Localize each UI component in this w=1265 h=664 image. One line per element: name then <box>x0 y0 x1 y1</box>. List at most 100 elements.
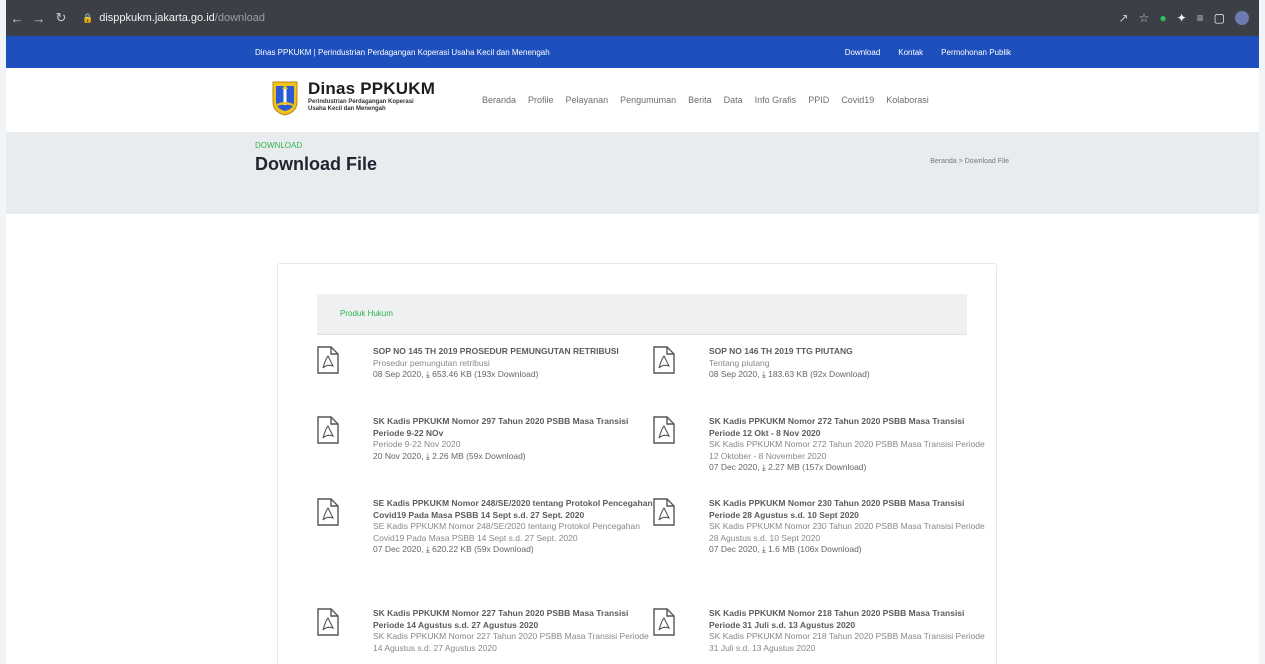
file-date: 07 Dec 2020, <box>373 544 424 554</box>
nav-item-covid19[interactable]: Covid19 <box>841 95 874 105</box>
nav-item-berita[interactable]: Berita <box>688 95 712 105</box>
file-description: SK Kadis PPKUKM Nomor 272 Tahun 2020 PSB… <box>709 439 985 461</box>
file-size: 653.46 KB (193x Download) <box>432 369 539 379</box>
reading-list-icon[interactable]: ≡ <box>1197 11 1204 25</box>
nav-item-kolaborasi[interactable]: Kolaborasi <box>886 95 929 105</box>
site-tagline: Dinas PPKUKM | Perindustrian Perdagangan… <box>255 48 550 57</box>
top-links: Download Kontak Permohonan Publik <box>845 48 1011 57</box>
nav-item-profile[interactable]: Profile <box>528 95 554 105</box>
file-meta: 08 Sep 2020, ⤓ 183.63 KB (92x Download) <box>709 369 989 381</box>
browser-toolbar: ← → ↻ 🔒 disppkukm.jakarta.go.id/download… <box>6 0 1259 36</box>
top-info-bar: Dinas PPKUKM | Perindustrian Perdagangan… <box>6 36 1259 68</box>
share-icon[interactable]: ↗ <box>1119 11 1129 25</box>
file-size: 620.22 KB (59x Download) <box>432 544 534 554</box>
file-title[interactable]: SK Kadis PPKUKM Nomor 227 Tahun 2020 PSB… <box>373 608 653 631</box>
file-description: SK Kadis PPKUKM Nomor 230 Tahun 2020 PSB… <box>709 521 985 543</box>
pdf-file-icon <box>317 416 339 444</box>
file-info: SK Kadis PPKUKM Nomor 297 Tahun 2020 PSB… <box>373 416 653 462</box>
file-size: 183.63 KB (92x Download) <box>768 369 870 379</box>
file-date: 08 Sep 2020, <box>709 369 760 379</box>
brand-subtitle-line-2: Usaha Kecil dan Menengah <box>308 106 386 112</box>
download-icon[interactable]: ⤓ <box>762 544 766 554</box>
file-meta: 07 Dec 2020, ⤓ 1.6 MB (106x Download) <box>709 544 989 556</box>
pdf-file-icon <box>653 498 675 526</box>
top-link-permohonan-publik[interactable]: Permohonan Publik <box>941 48 1011 57</box>
file-description: Tentang piutang <box>709 357 770 368</box>
tab-produk-hukum[interactable]: Produk Hukum <box>340 309 393 318</box>
nav-item-beranda[interactable]: Beranda <box>482 95 516 105</box>
file-meta: 07 Dec 2020, ⤓ 2.27 MB (157x Download) <box>709 462 989 474</box>
reload-icon[interactable]: ↻ <box>50 10 72 26</box>
page-title-band: DOWNLOAD Download File Beranda > Downloa… <box>6 133 1259 214</box>
file-description: Prosedur pemungutan retribusi <box>373 357 490 368</box>
page-kicker: DOWNLOAD <box>255 141 303 150</box>
file-description: SK Kadis PPKUKM Nomor 218 Tahun 2020 PSB… <box>709 631 985 653</box>
extension-eye-icon[interactable]: ● <box>1159 11 1166 25</box>
download-icon[interactable]: ⤓ <box>426 451 430 461</box>
browser-actions: ↗ ☆ ● ✦ ≡ ▢ <box>1119 11 1260 25</box>
download-icon[interactable]: ⤓ <box>426 369 430 379</box>
file-description: SE Kadis PPKUKM Nomor 248/SE/2020 tentan… <box>373 521 640 543</box>
download-icon[interactable]: ⤓ <box>762 369 766 379</box>
browser-window: ← → ↻ 🔒 disppkukm.jakarta.go.id/download… <box>6 0 1259 664</box>
file-meta: 20 Nov 2020, ⤓ 2.26 MB (59x Download) <box>373 451 653 463</box>
pdf-file-icon <box>653 416 675 444</box>
url-host: disppkukm.jakarta.go.id <box>99 12 215 24</box>
file-meta: 08 Sep 2020, ⤓ 653.46 KB (193x Download) <box>373 369 653 381</box>
download-icon[interactable]: ⤓ <box>762 462 766 472</box>
file-info: SK Kadis PPKUKM Nomor 218 Tahun 2020 PSB… <box>709 608 989 654</box>
file-info: SOP NO 146 TH 2019 TTG PIUTANG Tentang p… <box>709 346 989 381</box>
file-title[interactable]: SOP NO 145 TH 2019 PROSEDUR PEMUNGUTAN R… <box>373 346 653 358</box>
pdf-file-icon <box>317 608 339 636</box>
file-date: 07 Dec 2020, <box>709 462 760 472</box>
main-navigation: Beranda Profile Pelayanan Pengumuman Ber… <box>482 95 929 105</box>
profile-avatar[interactable] <box>1235 11 1249 25</box>
download-icon[interactable]: ⤓ <box>426 544 430 554</box>
brand-subtitle: Perindustrian Perdagangan Koperasi Usaha… <box>308 99 414 113</box>
file-info: SOP NO 145 TH 2019 PROSEDUR PEMUNGUTAN R… <box>373 346 653 381</box>
nav-item-data[interactable]: Data <box>724 95 743 105</box>
star-icon[interactable]: ☆ <box>1139 11 1150 25</box>
nav-item-pelayanan[interactable]: Pelayanan <box>566 95 609 105</box>
side-panel-icon[interactable]: ▢ <box>1214 11 1225 25</box>
top-link-download[interactable]: Download <box>845 48 881 57</box>
forward-arrow-icon[interactable]: → <box>28 11 50 26</box>
file-title[interactable]: SK Kadis PPKUKM Nomor 297 Tahun 2020 PSB… <box>373 416 653 439</box>
file-info: SK Kadis PPKUKM Nomor 227 Tahun 2020 PSB… <box>373 608 653 654</box>
file-title[interactable]: SOP NO 146 TH 2019 TTG PIUTANG <box>709 346 989 358</box>
download-card: Produk Hukum SOP NO 145 TH 2019 PROSEDUR… <box>277 263 997 664</box>
file-meta: 07 Dec 2020, ⤓ 620.22 KB (59x Download) <box>373 544 653 556</box>
pdf-file-icon <box>653 608 675 636</box>
file-size: 2.26 MB (59x Download) <box>432 450 526 461</box>
back-arrow-icon[interactable]: ← <box>6 11 28 26</box>
nav-item-pengumuman[interactable]: Pengumuman <box>620 95 676 105</box>
top-link-kontak[interactable]: Kontak <box>898 48 923 57</box>
file-info: SE Kadis PPKUKM Nomor 248/SE/2020 tentan… <box>373 498 653 556</box>
category-tab-bar: Produk Hukum <box>317 294 967 335</box>
address-bar[interactable]: 🔒 disppkukm.jakarta.go.id/download <box>78 7 275 29</box>
site-header: Dinas PPKUKM Perindustrian Perdagangan K… <box>6 68 1259 133</box>
pdf-file-icon <box>653 346 675 374</box>
puzzle-icon[interactable]: ✦ <box>1177 11 1187 25</box>
brand-title[interactable]: Dinas PPKUKM <box>308 79 435 99</box>
file-size: 1.6 MB (106x Download) <box>768 544 862 554</box>
file-description: SK Kadis PPKUKM Nomor 227 Tahun 2020 PSB… <box>373 631 649 653</box>
file-title[interactable]: SE Kadis PPKUKM Nomor 248/SE/2020 tentan… <box>373 498 653 521</box>
file-date: 20 Nov 2020, <box>373 450 424 461</box>
file-date: 07 Dec 2020, <box>709 544 760 554</box>
file-title[interactable]: SK Kadis PPKUKM Nomor 230 Tahun 2020 PSB… <box>709 498 989 521</box>
file-title[interactable]: SK Kadis PPKUKM Nomor 218 Tahun 2020 PSB… <box>709 608 989 631</box>
file-date: 08 Sep 2020, <box>373 369 424 379</box>
pdf-file-icon <box>317 346 339 374</box>
file-description: Periode 9-22 Nov 2020 <box>373 439 461 449</box>
file-title[interactable]: SK Kadis PPKUKM Nomor 272 Tahun 2020 PSB… <box>709 416 989 439</box>
nav-item-info-grafis[interactable]: Info Grafis <box>755 95 797 105</box>
lock-icon: 🔒 <box>82 12 94 23</box>
page-title: Download File <box>255 154 378 174</box>
pdf-file-icon <box>317 498 339 526</box>
jakarta-emblem-logo[interactable] <box>271 80 299 116</box>
breadcrumb[interactable]: Beranda > Download File <box>930 158 1009 165</box>
nav-item-ppid[interactable]: PPID <box>808 95 829 105</box>
file-info: SK Kadis PPKUKM Nomor 272 Tahun 2020 PSB… <box>709 416 989 474</box>
file-info: SK Kadis PPKUKM Nomor 230 Tahun 2020 PSB… <box>709 498 989 556</box>
